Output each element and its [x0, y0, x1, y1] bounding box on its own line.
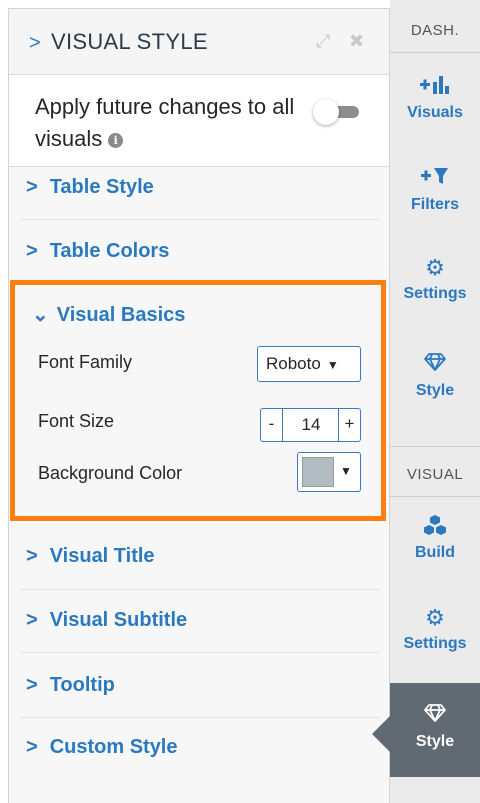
- sidebar-item-settings[interactable]: ⚙ Settings: [390, 255, 480, 303]
- gears-icon: ⚙: [425, 605, 445, 630]
- background-color-label: Background Color: [38, 463, 183, 483]
- caret-down-icon: ▼: [326, 357, 339, 372]
- section-label: Visual Title: [49, 545, 155, 567]
- section-label: Tooltip: [49, 674, 115, 696]
- gears-icon: ⚙: [425, 255, 445, 280]
- chevron-right-icon: >: [29, 32, 41, 54]
- sidebar-item-visual-style[interactable]: Style: [390, 703, 480, 751]
- section-table-colors[interactable]: > Table Colors: [26, 240, 169, 263]
- sidebar-item-label: Style: [415, 382, 455, 399]
- active-tab-notch: [372, 716, 390, 752]
- font-family-value: Roboto: [266, 354, 321, 373]
- section-custom-style[interactable]: > Custom Style: [26, 736, 178, 759]
- font-family-dropdown[interactable]: Roboto ▼: [257, 346, 361, 382]
- diamond-icon: [390, 703, 480, 729]
- section-visual-title[interactable]: > Visual Title: [26, 545, 155, 568]
- sidebar-item-build[interactable]: Build: [390, 514, 480, 562]
- chevron-right-icon: >: [26, 240, 38, 262]
- sidebar-item-filters[interactable]: Filters: [390, 166, 480, 214]
- apply-future-changes-row: Apply future changes to all visuals i: [9, 75, 389, 167]
- add-chart-icon: [390, 74, 480, 100]
- sidebar-item-label: Filters: [410, 196, 459, 213]
- close-icon[interactable]: ✖: [349, 31, 364, 52]
- panel-title-text: VISUAL STYLE: [50, 29, 208, 54]
- divider: [20, 717, 380, 718]
- sidebar-item-visual-settings[interactable]: ⚙ Settings: [390, 605, 480, 653]
- apply-future-toggle[interactable]: [313, 99, 361, 125]
- apply-future-label: Apply future changes to all visuals i: [35, 91, 315, 155]
- font-size-label: Font Size: [38, 411, 115, 431]
- apply-future-text: Apply future changes to all visuals: [35, 94, 295, 151]
- sidebar-item-style[interactable]: Style: [390, 352, 480, 400]
- panel-header: > VISUAL STYLE ⤢ ✖: [9, 9, 389, 75]
- background-color-picker[interactable]: ▼: [297, 452, 361, 492]
- dash-section-label: DASH.: [410, 22, 460, 39]
- divider: [390, 52, 480, 53]
- divider: [20, 589, 380, 590]
- diamond-icon: [390, 352, 480, 378]
- increment-button[interactable]: +: [338, 409, 360, 441]
- chevron-down-icon: ⌄: [32, 304, 49, 326]
- font-family-label: Font Family: [38, 352, 133, 372]
- divider: [390, 446, 480, 447]
- caret-down-icon: ▼: [340, 464, 352, 478]
- section-table-style[interactable]: > Table Style: [26, 176, 154, 199]
- add-filter-icon: [390, 166, 480, 192]
- section-visual-basics[interactable]: ⌄ Visual Basics: [32, 302, 185, 327]
- sidebar-item-label: Style: [415, 733, 455, 750]
- toggle-knob: [313, 99, 339, 125]
- sidebar-item-visual-style-active[interactable]: Style: [390, 683, 480, 777]
- section-label: Visual Subtitle: [49, 609, 188, 631]
- panel-title[interactable]: > VISUAL STYLE: [29, 29, 208, 55]
- visual-section-label: VISUAL: [406, 466, 464, 483]
- chevron-right-icon: >: [26, 609, 38, 631]
- font-size-input[interactable]: 14: [283, 409, 339, 441]
- section-visual-subtitle[interactable]: > Visual Subtitle: [26, 609, 187, 632]
- section-label: Table Style: [49, 176, 154, 198]
- chevron-right-icon: >: [26, 176, 38, 198]
- divider: [20, 219, 380, 220]
- chevron-right-icon: >: [26, 674, 38, 696]
- divider: [390, 496, 480, 497]
- sidebar-item-label: Settings: [403, 635, 467, 652]
- divider: [20, 652, 380, 653]
- cubes-icon: [390, 514, 480, 540]
- sidebar-item-label: Settings: [403, 285, 467, 302]
- decrement-button[interactable]: -: [261, 409, 283, 441]
- sidebar-item-label: Visuals: [407, 104, 463, 121]
- sidebar-item-visuals[interactable]: Visuals: [390, 74, 480, 122]
- chevron-right-icon: >: [26, 736, 38, 758]
- section-label: Visual Basics: [56, 304, 186, 326]
- expand-icon[interactable]: ⤢: [316, 31, 330, 52]
- font-size-stepper: - 14 +: [260, 408, 361, 442]
- color-swatch: [302, 457, 334, 487]
- section-label: Table Colors: [49, 240, 170, 262]
- sidebar-item-label: Build: [415, 544, 455, 561]
- info-icon[interactable]: i: [108, 132, 124, 148]
- chevron-right-icon: >: [26, 545, 38, 567]
- section-label: Custom Style: [49, 736, 178, 758]
- section-tooltip[interactable]: > Tooltip: [26, 674, 115, 697]
